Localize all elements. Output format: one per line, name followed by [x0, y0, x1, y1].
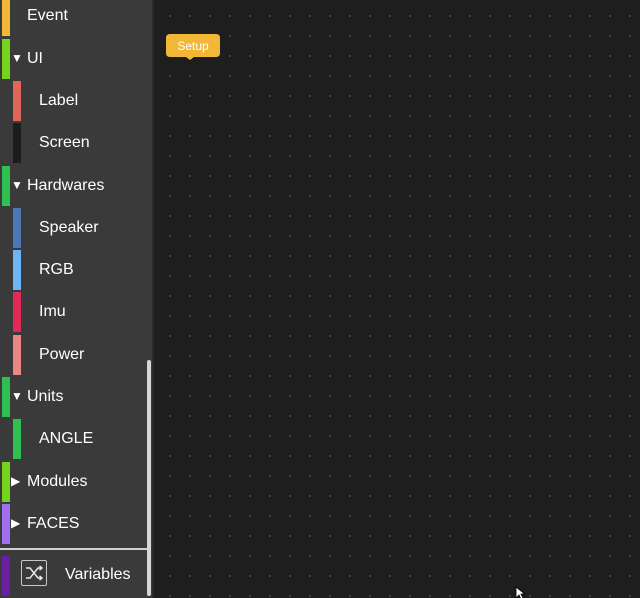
category-color-bar — [13, 419, 21, 459]
caret-down-icon[interactable]: ▼ — [11, 178, 23, 192]
category-color-bar — [13, 250, 21, 290]
category-screen[interactable]: Screen — [0, 122, 146, 164]
category-color-bar — [13, 123, 21, 163]
caret-down-icon[interactable]: ▼ — [11, 389, 23, 403]
variables-label: Variables — [65, 566, 131, 583]
variables-shuffle-icon — [21, 560, 47, 586]
category-color-bar — [13, 208, 21, 248]
caret-right-icon[interactable]: ▶ — [11, 516, 20, 530]
category-power[interactable]: Power — [0, 334, 146, 376]
category-rgb[interactable]: RGB — [0, 249, 146, 291]
block-workspace[interactable] — [154, 0, 640, 598]
category-color-bar — [2, 504, 10, 544]
category-label: Power — [39, 346, 85, 363]
category-label: Screen — [39, 134, 90, 151]
category-faces[interactable]: ▶ FACES — [0, 503, 146, 545]
category-modules[interactable]: ▶ Modules — [0, 461, 146, 503]
category-label: FACES — [27, 515, 80, 532]
setup-block[interactable]: Setup — [166, 34, 220, 60]
category-label: Units — [27, 388, 64, 405]
category-color-bar — [2, 377, 10, 417]
category-units[interactable]: ▼ Units — [0, 376, 146, 418]
category-color-bar — [2, 39, 10, 79]
toolbox-sidebar: Event ▼ UI Label Screen ▼ Hardwares Spea… — [0, 0, 152, 598]
setup-block-label: Setup — [177, 39, 209, 53]
category-color-bar — [2, 0, 10, 36]
category-label: Modules — [27, 473, 88, 490]
toolbox-scrollbar[interactable] — [147, 360, 151, 596]
category-label-text: Label — [39, 92, 79, 109]
category-label: UI — [27, 50, 43, 67]
category-color-bar — [13, 292, 21, 332]
category-label: Event — [27, 7, 68, 24]
category-event[interactable]: Event — [0, 0, 146, 37]
category-color-bar — [13, 335, 21, 375]
category-angle[interactable]: ANGLE — [0, 418, 146, 460]
category-label: Speaker — [39, 219, 99, 236]
category-hardwares[interactable]: ▼ Hardwares — [0, 165, 146, 207]
category-ui[interactable]: ▼ UI — [0, 38, 146, 80]
variables-category[interactable]: Variables — [0, 548, 150, 598]
category-label: ANGLE — [39, 430, 94, 447]
category-color-bar — [2, 556, 10, 596]
caret-right-icon[interactable]: ▶ — [11, 474, 20, 488]
category-label: Hardwares — [27, 177, 105, 194]
caret-down-icon[interactable]: ▼ — [11, 51, 23, 65]
category-label: Imu — [39, 303, 66, 320]
app-root: Event ▼ UI Label Screen ▼ Hardwares Spea… — [0, 0, 640, 598]
category-color-bar — [13, 81, 21, 121]
category-imu[interactable]: Imu — [0, 291, 146, 333]
category-color-bar — [2, 166, 10, 206]
category-color-bar — [2, 462, 10, 502]
category-label: RGB — [39, 261, 74, 278]
category-label[interactable]: Label — [0, 80, 146, 122]
category-speaker[interactable]: Speaker — [0, 207, 146, 249]
mouse-pointer-icon — [515, 586, 527, 598]
